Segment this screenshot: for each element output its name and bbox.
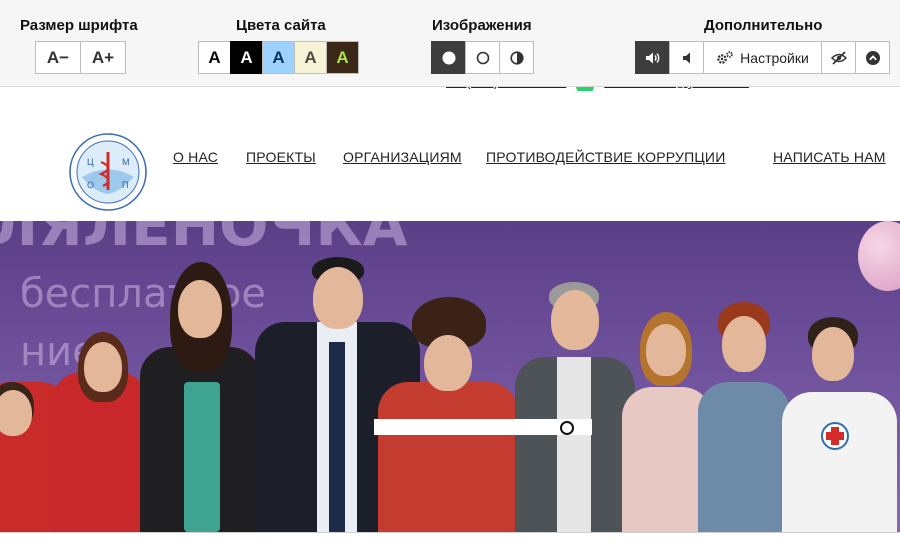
search-icon[interactable] [560,421,574,435]
person-image [140,262,260,532]
person-image [782,317,897,532]
color-scheme-button[interactable]: A [326,41,359,74]
images-grayscale-button[interactable] [499,41,534,74]
site-colors-title: Цвета сайта [236,17,326,34]
site-logo[interactable]: Ц М О П [68,132,148,212]
nav-item-organizations[interactable]: ОРГАНИЗАЦИЯМ [343,149,462,165]
font-decrease-button[interactable]: A− [35,41,81,74]
color-scheme-button[interactable]: A [198,41,231,74]
speaker-on-icon [645,52,659,63]
nav-item-write-us[interactable]: НАПИСАТЬ НАМ [773,149,886,165]
nav-item-projects[interactable]: ПРОЕКТЫ [246,149,316,165]
accessibility-panel: Размер шрифта A− A+ Цвета сайта AAAAA Из… [0,0,900,87]
color-scheme-button[interactable]: A [294,41,327,74]
divider [0,532,900,533]
image-on-icon [442,51,455,64]
logo-letter: О [87,180,94,190]
images-title: Изображения [432,17,532,34]
eye-off-icon [830,50,847,65]
font-increase-button[interactable]: A+ [80,41,126,74]
images-off-button[interactable] [465,41,500,74]
sound-off-button[interactable] [669,41,704,74]
gears-icon [717,50,733,64]
logo-letter: М [122,157,130,167]
logo-letter: П [122,180,128,190]
person-image [698,302,790,532]
logo-letter: Ц [87,157,94,167]
settings-label: Настройки [740,49,809,66]
search-input[interactable] [374,419,592,435]
collapse-button[interactable] [855,41,890,74]
grayscale-icon [509,50,524,65]
color-scheme-button[interactable]: A [262,41,295,74]
balloon-image [858,221,900,291]
extra-title: Дополнительно [704,17,823,34]
person-image [378,297,518,532]
medical-cross-icon [821,422,849,450]
sound-on-button[interactable] [635,41,670,74]
images-on-button[interactable] [431,41,466,74]
nav-item-anti-corruption[interactable]: ПРОТИВОДЕЙСТВИЕ КОРРУПЦИИ [486,149,725,165]
person-image [52,292,148,532]
hide-panel-button[interactable] [821,41,856,74]
person-image [515,282,635,532]
font-size-title: Размер шрифта [20,17,138,34]
settings-button[interactable]: Настройки [703,41,822,74]
image-off-icon [476,51,489,64]
color-scheme-button[interactable]: A [230,41,263,74]
nav-item-about[interactable]: О НАС [173,149,218,165]
hero-banner: ЛЯЛЕНОЧКА бесплатное ние [0,221,900,532]
banner-title: ЛЯЛЕНОЧКА [0,221,408,259]
speaker-off-icon [682,52,690,63]
chevron-up-circle-icon [865,50,880,65]
